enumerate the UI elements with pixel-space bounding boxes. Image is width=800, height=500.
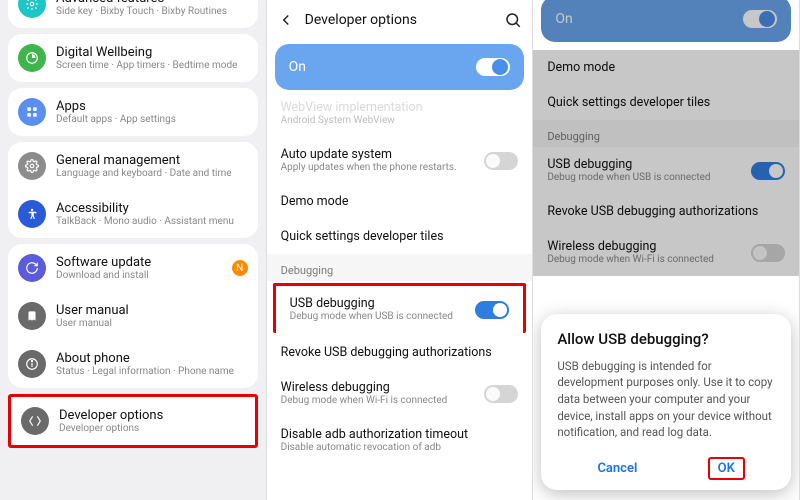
cancel-button[interactable]: Cancel <box>587 457 647 480</box>
settings-list-panel: Advanced features Side key · Bixby Touch… <box>0 0 267 500</box>
info-icon <box>18 350 46 378</box>
item-title: Quick settings developer tiles <box>281 229 519 244</box>
master-toggle[interactable] <box>476 58 510 76</box>
item-title: General management <box>56 153 248 168</box>
ok-button[interactable]: OK <box>708 457 745 480</box>
toggle[interactable] <box>484 152 518 170</box>
item-title: Software update <box>56 255 222 270</box>
update-icon <box>18 254 46 282</box>
item-title: Revoke USB debugging authorizations <box>547 204 785 219</box>
developer-options-highlight: Developer options Developer options <box>8 394 258 448</box>
item-subtitle: Debug mode when Wi-Fi is connected <box>547 254 741 266</box>
list-item-revoke-auth[interactable]: Revoke USB debugging authorizations <box>267 335 533 370</box>
item-title: Developer options <box>59 408 245 423</box>
item-subtitle: Language and keyboard · Date and time <box>56 168 248 180</box>
settings-item-apps[interactable]: Apps Default apps · App settings <box>8 88 258 136</box>
item-subtitle: Debug mode when USB is connected <box>290 311 466 323</box>
advanced-icon <box>18 0 46 18</box>
list-item-revoke-auth[interactable]: Revoke USB debugging authorizations <box>533 194 799 229</box>
item-subtitle: Side key · Bixby Touch · Bixby Routines <box>56 6 248 18</box>
item-title: Wireless debugging <box>281 380 475 395</box>
accessibility-icon <box>18 200 46 228</box>
item-title: Demo mode <box>547 60 785 75</box>
item-subtitle: Android System WebView <box>281 115 519 127</box>
item-subtitle: Download and install <box>56 270 222 282</box>
manual-icon <box>18 302 46 330</box>
settings-item-user-manual[interactable]: User manual User manual <box>8 292 258 340</box>
item-subtitle: Debug mode when Wi-Fi is connected <box>281 395 475 407</box>
page-title: Developer options <box>305 12 495 28</box>
toggle[interactable] <box>484 385 518 403</box>
on-label: On <box>555 11 572 27</box>
master-toggle-row[interactable]: On <box>275 44 525 90</box>
item-title: Revoke USB debugging authorizations <box>281 345 519 360</box>
dialog-title: Allow USB debugging? <box>557 330 775 348</box>
item-subtitle: User manual <box>56 318 248 330</box>
settings-item-advanced-features[interactable]: Advanced features Side key · Bixby Touch… <box>8 0 258 28</box>
list-item-demo-mode[interactable]: Demo mode <box>533 50 799 85</box>
item-subtitle: Developer options <box>59 423 245 435</box>
item-title: WebView implementation <box>281 100 519 115</box>
apps-icon <box>18 98 46 126</box>
list-item-wireless-debugging[interactable]: Wireless debugging Debug mode when Wi-Fi… <box>533 229 799 276</box>
dialog-body: USB debugging is intended for developmen… <box>557 358 775 441</box>
item-title: Disable adb authorization timeout <box>281 427 519 442</box>
list-item-demo-mode[interactable]: Demo mode <box>267 184 533 219</box>
list-item-wireless-debugging[interactable]: Wireless debugging Debug mode when Wi-Fi… <box>267 370 533 417</box>
header: Developer options <box>267 0 533 40</box>
on-label: On <box>289 59 306 75</box>
usb-debugging-toggle[interactable] <box>475 301 509 319</box>
toggle[interactable] <box>751 244 785 262</box>
back-icon[interactable] <box>277 11 295 29</box>
item-subtitle: Disable automatic revocation of adb <box>281 442 519 454</box>
item-subtitle: Screen time · App timers · Bedtime mode <box>56 60 248 72</box>
list-item-quick-tiles[interactable]: Quick settings developer tiles <box>267 219 533 254</box>
master-toggle[interactable] <box>743 10 777 28</box>
list-item-auto-update[interactable]: Auto update system Apply updates when th… <box>267 137 533 184</box>
item-subtitle: Apply updates when the phone restarts. <box>281 162 475 174</box>
section-header-debugging: Debugging <box>267 254 533 281</box>
item-title: Auto update system <box>281 147 475 162</box>
wellbeing-icon <box>18 44 46 72</box>
notification-badge: N <box>232 260 248 276</box>
item-title: Quick settings developer tiles <box>547 95 785 110</box>
item-subtitle: Debug mode when USB is connected <box>547 172 741 184</box>
item-title: About phone <box>56 351 248 366</box>
search-icon[interactable] <box>504 11 522 29</box>
usb-debugging-toggle[interactable] <box>751 162 785 180</box>
usb-debugging-dialog: Allow USB debugging? USB debugging is in… <box>541 314 791 490</box>
general-icon <box>18 152 46 180</box>
item-title: USB debugging <box>547 157 741 172</box>
item-title: Apps <box>56 99 248 114</box>
item-title: Demo mode <box>281 194 519 209</box>
item-title: Wireless debugging <box>547 239 741 254</box>
settings-item-about-phone[interactable]: About phone Status · Legal information ·… <box>8 340 258 388</box>
item-title: Digital Wellbeing <box>56 45 248 60</box>
settings-item-software-update[interactable]: Software update Download and install N <box>8 244 258 292</box>
list-item-disable-adb-timeout[interactable]: Disable adb authorization timeout Disabl… <box>267 417 533 464</box>
list-item-quick-tiles[interactable]: Quick settings developer tiles <box>533 85 799 120</box>
developer-icon <box>21 407 49 435</box>
settings-item-accessibility[interactable]: Accessibility TalkBack · Mono audio · As… <box>8 190 258 238</box>
dialog-panel: On Demo mode Quick settings developer ti… <box>533 0 800 500</box>
list-item-usb-debugging[interactable]: USB debugging Debug mode when USB is con… <box>533 147 799 194</box>
master-toggle-row[interactable]: On <box>541 0 791 42</box>
item-title: User manual <box>56 303 248 318</box>
developer-options-panel: Developer options On WebView implementat… <box>267 0 534 500</box>
item-subtitle: Status · Legal information · Phone name <box>56 366 248 378</box>
settings-item-developer-options[interactable]: Developer options Developer options <box>11 397 255 445</box>
settings-item-digital-wellbeing[interactable]: Digital Wellbeing Screen time · App time… <box>8 34 258 82</box>
list-item[interactable]: WebView implementation Android System We… <box>267 98 533 137</box>
item-title: USB debugging <box>290 296 466 311</box>
list-item-usb-debugging[interactable]: USB debugging Debug mode when USB is con… <box>273 283 527 333</box>
item-title: Accessibility <box>56 201 248 216</box>
item-subtitle: Default apps · App settings <box>56 114 248 126</box>
settings-item-general-management[interactable]: General management Language and keyboard… <box>8 142 258 190</box>
section-header-debugging: Debugging <box>533 120 799 147</box>
item-subtitle: TalkBack · Mono audio · Assistant menu <box>56 216 248 228</box>
